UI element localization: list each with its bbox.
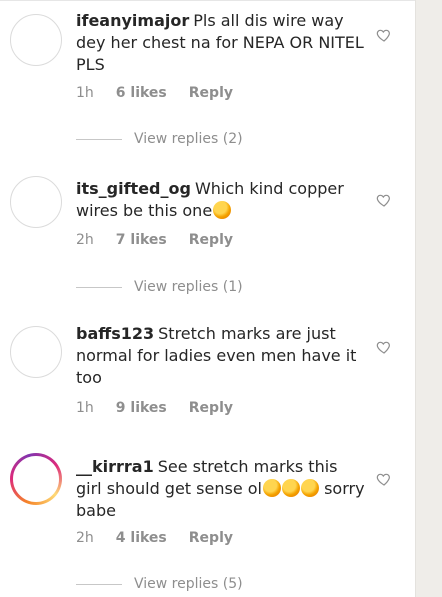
view-replies-button[interactable]: View replies (5) [76, 575, 243, 593]
laughing-crying-emoji-icon [262, 479, 281, 497]
reply-button[interactable]: Reply [189, 232, 233, 248]
reply-button[interactable]: Reply [189, 400, 233, 416]
comment-likes[interactable]: 4 likes [116, 530, 167, 546]
comment-likes[interactable]: 7 likes [116, 232, 167, 248]
comment-meta: 1h 9 likes Reply [76, 399, 255, 417]
heart-icon[interactable] [376, 27, 392, 43]
avatar [13, 456, 59, 502]
reply-button[interactable]: Reply [189, 85, 233, 101]
comment-meta: 2h 7 likes Reply [76, 231, 255, 249]
view-replies-label: View replies (1) [134, 279, 243, 295]
reply-button[interactable]: Reply [189, 530, 233, 546]
view-replies-button[interactable]: View replies (1) [76, 278, 243, 296]
comment-likes[interactable]: 6 likes [116, 85, 167, 101]
comment-time: 2h [76, 232, 94, 248]
comment-time: 1h [76, 400, 94, 416]
laughing-crying-emoji-icon [300, 479, 319, 497]
comment-meta: 2h 4 likes Reply [76, 529, 255, 547]
side-panel-edge [415, 0, 442, 597]
heart-icon[interactable] [376, 339, 392, 355]
view-replies-label: View replies (5) [134, 576, 243, 592]
comment-username[interactable]: ifeanyimajor [76, 11, 189, 30]
replies-divider [76, 583, 122, 585]
replies-divider [76, 286, 122, 288]
comment-body: ifeanyimajor Pls all dis wire way dey her… [76, 10, 366, 76]
top-divider [0, 0, 416, 1]
comment-likes[interactable]: 9 likes [116, 400, 167, 416]
view-replies-label: View replies (2) [134, 131, 243, 147]
comment-meta: 1h 6 likes Reply [76, 84, 255, 102]
comment-username[interactable]: its_gifted_og [76, 179, 191, 198]
laughing-crying-emoji-icon [281, 479, 300, 497]
comment-body: __kirrra1 See stretch marks this girl sho… [76, 456, 366, 522]
comment-username[interactable]: baffs123 [76, 324, 154, 343]
heart-icon[interactable] [376, 471, 392, 487]
comment-body: baffs123 Stretch marks are just normal fo… [76, 323, 366, 389]
heart-icon[interactable] [376, 192, 392, 208]
replies-divider [76, 138, 122, 140]
comment-time: 1h [76, 85, 94, 101]
laughing-crying-emoji-icon [213, 201, 232, 219]
avatar-story-ring[interactable] [10, 453, 62, 505]
comment-time: 2h [76, 530, 94, 546]
comment-body: its_gifted_og Which kind copper wires be … [76, 178, 366, 222]
view-replies-button[interactable]: View replies (2) [76, 130, 243, 148]
comment-username[interactable]: __kirrra1 [76, 457, 154, 476]
avatar[interactable] [10, 176, 62, 228]
avatar[interactable] [10, 14, 62, 66]
avatar[interactable] [10, 326, 62, 378]
